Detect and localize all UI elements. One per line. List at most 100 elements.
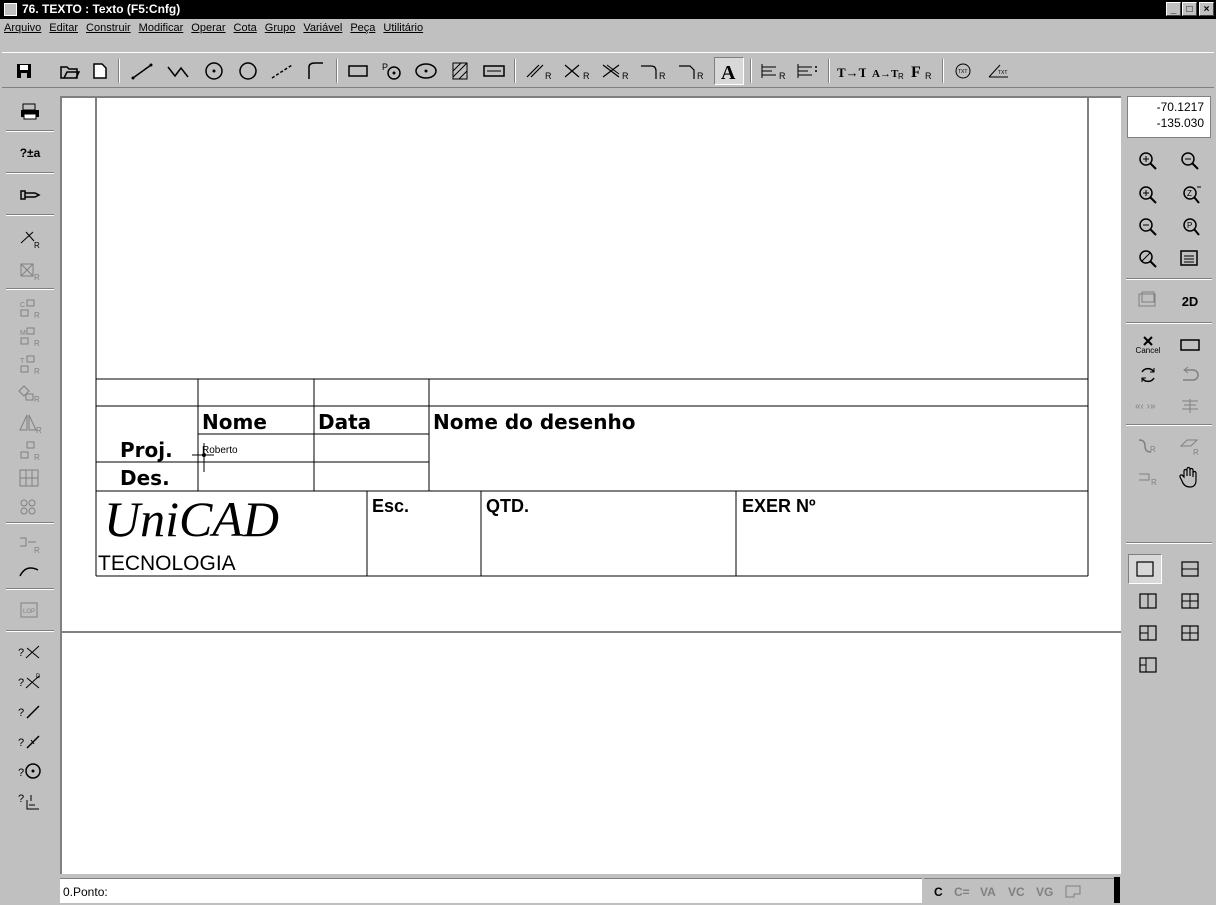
status-flag-c-eq[interactable]: C= (954, 885, 970, 899)
snap-intersect-icon[interactable]: R (4, 224, 56, 254)
zoom-out-icon[interactable]: Z (1170, 180, 1210, 210)
select-rect-icon[interactable]: R (1170, 432, 1210, 462)
trim-icon[interactable]: R (522, 57, 556, 85)
mirror-icon[interactable]: R (4, 408, 56, 438)
menu-construir[interactable]: Construir (82, 19, 135, 34)
command-prompt[interactable]: 0.Ponto: (60, 878, 922, 903)
rectangle-icon[interactable] (344, 57, 372, 85)
zoom-in-icon[interactable] (1128, 180, 1168, 210)
intersect-icon[interactable]: R (560, 57, 594, 85)
app-icon[interactable] (4, 3, 17, 16)
text-props-icon[interactable] (792, 57, 822, 85)
zoom-realtime-icon[interactable] (1128, 244, 1168, 274)
new-file-icon[interactable] (88, 57, 112, 85)
array-icon[interactable] (4, 464, 56, 494)
sign-toggle-icon[interactable]: ?±a (4, 138, 56, 168)
snap-grid-icon[interactable]: R (4, 256, 56, 286)
viewport-single-icon[interactable] (1128, 554, 1162, 584)
viewport-horizontal-icon[interactable] (1170, 554, 1210, 584)
menu-arquivo[interactable]: Arquivo (0, 19, 45, 34)
move-icon[interactable]: MR (4, 322, 56, 352)
status-flag-va[interactable]: VA (980, 885, 996, 899)
status-flag-c[interactable]: C (934, 885, 943, 899)
properties-icon[interactable] (1170, 244, 1210, 274)
dimension-icon[interactable] (480, 57, 508, 85)
txt-dim-icon[interactable]: TXT (984, 57, 1014, 85)
extend-icon[interactable]: R (598, 57, 632, 85)
pencil-icon[interactable] (4, 180, 56, 210)
zoom-window-icon[interactable] (1128, 146, 1168, 176)
circle-center-icon[interactable] (200, 57, 228, 85)
viewport-vertical-icon[interactable] (1128, 586, 1168, 616)
transform-icon[interactable]: TR (4, 350, 56, 380)
polar-array-icon[interactable] (4, 492, 56, 522)
edit-text-icon[interactable]: R (756, 57, 790, 85)
status-flag-vg[interactable]: VG (1036, 885, 1053, 899)
viewport-three-left-icon[interactable] (1128, 618, 1168, 648)
minimize-button[interactable]: _ (1166, 2, 1181, 16)
fillet-icon[interactable]: R (636, 57, 670, 85)
menu-modificar[interactable]: Modificar (135, 19, 188, 34)
open-folder-icon[interactable] (58, 57, 82, 85)
layer-icon[interactable]: LOP (4, 596, 56, 626)
zoom-all-icon[interactable] (1170, 146, 1210, 176)
select-window-icon[interactable] (1170, 330, 1210, 360)
tangent-line-icon[interactable] (268, 57, 296, 85)
select-object-icon[interactable]: R (1128, 432, 1168, 462)
menu-variavel[interactable]: Variável (299, 19, 346, 34)
view-2d-button[interactable]: 2D (1170, 286, 1210, 316)
hand-pan-icon[interactable] (1170, 462, 1210, 492)
zoom-previous-icon[interactable] (1128, 212, 1168, 242)
viewport-four-icon[interactable] (1170, 618, 1210, 648)
menu-operar[interactable]: Operar (187, 19, 229, 34)
chamfer-icon[interactable]: R (674, 57, 708, 85)
undo-icon[interactable] (1170, 360, 1210, 390)
line-icon[interactable] (128, 57, 156, 85)
view-icon[interactable] (1128, 286, 1168, 316)
menu-utilitario[interactable]: Utilitário (379, 19, 427, 34)
hatch-icon[interactable] (446, 57, 474, 85)
select-fence-icon[interactable]: R (1128, 462, 1168, 492)
viewport-three-icon[interactable] (1170, 586, 1210, 616)
print-icon[interactable] (4, 96, 56, 126)
drawing-canvas[interactable]: Nome Data Nome do desenho Proj. Roberto … (60, 96, 1121, 874)
playback-icon[interactable]: «‹ ›» (1128, 390, 1168, 420)
query-line-icon[interactable]: ? (4, 696, 56, 726)
layer-down-icon[interactable] (1170, 390, 1210, 420)
curve-icon[interactable] (4, 556, 56, 586)
query-segment-icon[interactable]: ? (4, 726, 56, 756)
status-window-icon[interactable] (1064, 884, 1082, 898)
menu-peca[interactable]: Peça (346, 19, 379, 34)
redraw-icon[interactable] (1128, 360, 1168, 390)
pan-icon[interactable]: P (1170, 212, 1210, 242)
rotate-icon[interactable]: R (4, 378, 56, 408)
svg-text:C: C (20, 302, 25, 309)
menu-cota[interactable]: Cota (230, 19, 261, 34)
cancel-button[interactable]: Cancel (1128, 330, 1168, 360)
svg-text:R: R (34, 311, 40, 320)
text-replace-icon[interactable]: T→T (834, 57, 868, 85)
query-distance-icon[interactable]: ? D (4, 666, 56, 696)
close-button[interactable]: × (1199, 2, 1214, 16)
polyline-icon[interactable] (164, 57, 192, 85)
arc-icon[interactable] (302, 57, 330, 85)
maximize-button[interactable]: □ (1182, 2, 1197, 16)
ellipse-icon[interactable] (412, 57, 440, 85)
menu-grupo[interactable]: Grupo (261, 19, 300, 34)
font-icon[interactable]: FR (908, 57, 938, 85)
save-icon[interactable] (12, 57, 36, 85)
query-circle-icon[interactable]: ? (4, 756, 56, 786)
viewport-left-split-icon[interactable] (1128, 650, 1168, 680)
point-icon[interactable]: P (378, 57, 406, 85)
text-convert-icon[interactable]: A→T R (870, 57, 906, 85)
circle-3point-icon[interactable] (234, 57, 262, 85)
status-flag-vc[interactable]: VC (1008, 885, 1025, 899)
copy-icon[interactable]: CR (4, 294, 56, 324)
menu-editar[interactable]: Editar (45, 19, 82, 34)
query-intersect-icon[interactable]: ? (4, 636, 56, 666)
txt-circle-icon[interactable]: TXT (948, 57, 978, 85)
stretch-icon[interactable]: R (4, 528, 56, 558)
scale-icon[interactable]: R (4, 436, 56, 466)
text-tool-icon[interactable]: A (714, 57, 744, 85)
query-point-icon[interactable]: ? (4, 786, 56, 816)
